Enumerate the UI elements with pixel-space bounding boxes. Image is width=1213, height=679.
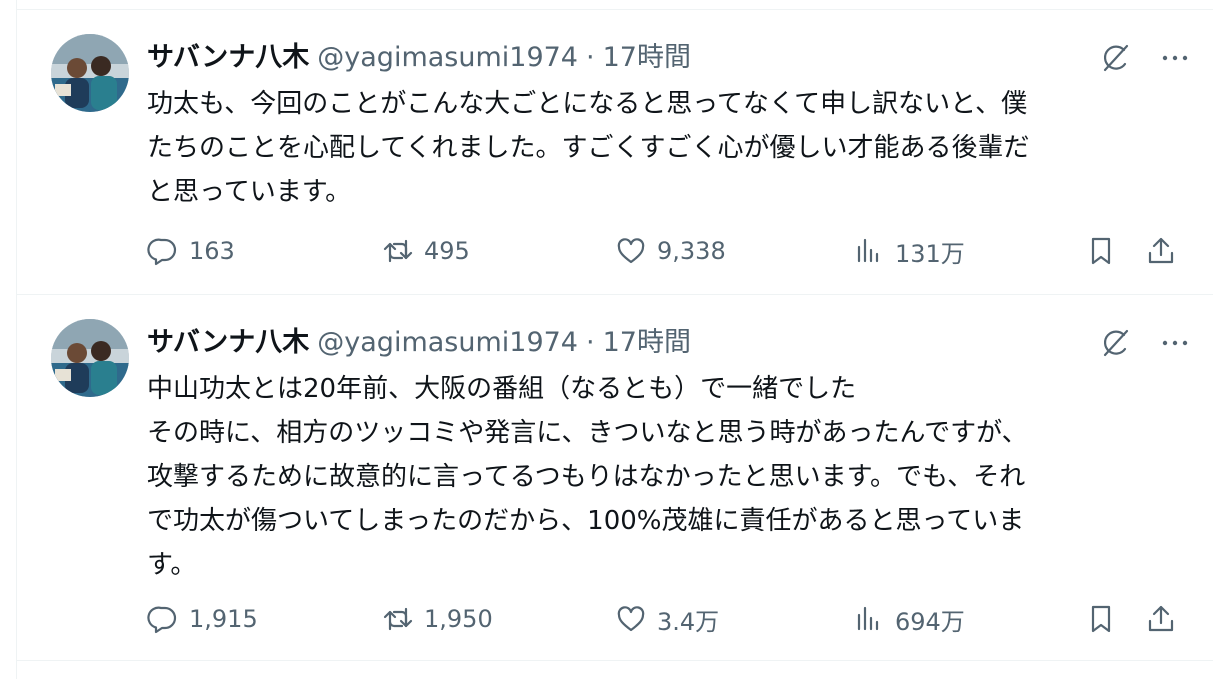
like-button[interactable]: 9,338 — [615, 231, 726, 271]
action-bar: 163 495 9,338 131万 — [147, 231, 1193, 271]
like-count: 3.4万 — [657, 607, 720, 636]
tweet-text: 中山功太とは20年前、大阪の番組（なるとも）で一緒でした その時に、相方のツッコ… — [147, 367, 1177, 587]
reply-button[interactable]: 163 — [147, 231, 235, 271]
repost-icon — [383, 607, 413, 631]
tweet-text: 功太も、今回のことがこんな大ごとになると思ってなくて申し訳ないと、僕 たちのこと… — [147, 82, 1177, 214]
bookmark-icon — [1091, 237, 1111, 265]
views-chart-icon — [857, 606, 879, 631]
repost-button[interactable]: 495 — [382, 231, 470, 271]
tweet-text-line: で功太が傷ついてしまったのだから、100%茂雄に責任があると思っていま — [147, 506, 1025, 536]
like-count: 9,338 — [657, 237, 726, 265]
action-bar: 1,915 1,950 3.4万 694万 — [147, 599, 1193, 639]
tweet-text-line: たちのことを心配してくれました。すごくすごく心が優しい才能ある後輩だ — [147, 133, 1030, 163]
views-button[interactable]: 131万 — [853, 231, 965, 271]
author-handle[interactable]: @yagimasumi1974 — [317, 38, 578, 78]
like-button[interactable]: 3.4万 — [615, 599, 719, 639]
tweet-header: サバンナ八木 @yagimasumi1974 · 17時間 — [147, 38, 1193, 78]
author-name[interactable]: サバンナ八木 — [147, 38, 309, 78]
view-count: 131万 — [895, 239, 965, 268]
bookmark-button[interactable] — [1085, 599, 1117, 639]
tweet-header: サバンナ八木 @yagimasumi1974 · 17時間 — [147, 323, 1193, 363]
tweet-text-line: その時に、相方のツッコミや発言に、きついなと思う時があったんですが、 — [147, 418, 1028, 448]
reply-icon — [147, 606, 177, 634]
bookmark-icon — [1091, 605, 1111, 633]
avatar[interactable] — [51, 34, 129, 112]
reply-count: 1,915 — [189, 605, 258, 633]
more-icon[interactable] — [1157, 40, 1193, 76]
view-count: 694万 — [895, 607, 965, 636]
tweet-text-line: 攻撃するために故意的に言ってるつもりはなかったと思います。でも、それ — [147, 462, 1026, 492]
reply-count: 163 — [189, 237, 235, 265]
tweet[interactable]: サバンナ八木 @yagimasumi1974 · 17時間 中山功太とは20年前… — [17, 295, 1213, 661]
heart-icon — [617, 238, 645, 264]
author-handle[interactable]: @yagimasumi1974 — [317, 323, 578, 363]
timestamp[interactable]: 17時間 — [603, 38, 691, 78]
tweet[interactable]: サバンナ八木 @yagimasumi1974 · 17時間 功太も、今回のことが… — [17, 10, 1213, 295]
repost-count: 495 — [424, 237, 470, 265]
grok-icon[interactable] — [1097, 40, 1133, 76]
views-chart-icon — [857, 238, 879, 263]
share-button[interactable] — [1145, 231, 1177, 271]
repost-button[interactable]: 1,950 — [382, 599, 493, 639]
share-icon — [1148, 605, 1174, 632]
separator: · — [586, 327, 595, 358]
reply-icon — [147, 238, 177, 266]
reply-button[interactable]: 1,915 — [147, 599, 258, 639]
views-button[interactable]: 694万 — [853, 599, 965, 639]
repost-count: 1,950 — [424, 605, 493, 633]
bookmark-button[interactable] — [1085, 231, 1117, 271]
grok-icon[interactable] — [1097, 325, 1133, 361]
separator: · — [586, 42, 595, 73]
tweet-text-line: 中山功太とは20年前、大阪の番組（なるとも）で一緒でした — [147, 374, 857, 404]
heart-icon — [617, 606, 645, 632]
tweet-text-line: と思っています。 — [147, 177, 352, 207]
share-button[interactable] — [1145, 599, 1177, 639]
author-name[interactable]: サバンナ八木 — [147, 323, 309, 363]
more-icon[interactable] — [1157, 325, 1193, 361]
timeline-feed: サバンナ八木 @yagimasumi1974 · 17時間 功太も、今回のことが… — [16, 0, 1213, 679]
tweet-text-line: 功太も、今回のことがこんな大ごとになると思ってなくて申し訳ないと、僕 — [147, 89, 1028, 119]
repost-icon — [383, 239, 413, 263]
share-icon — [1148, 237, 1174, 264]
avatar[interactable] — [51, 319, 129, 397]
timestamp[interactable]: 17時間 — [603, 323, 691, 363]
tweet-text-line: す。 — [147, 550, 197, 580]
